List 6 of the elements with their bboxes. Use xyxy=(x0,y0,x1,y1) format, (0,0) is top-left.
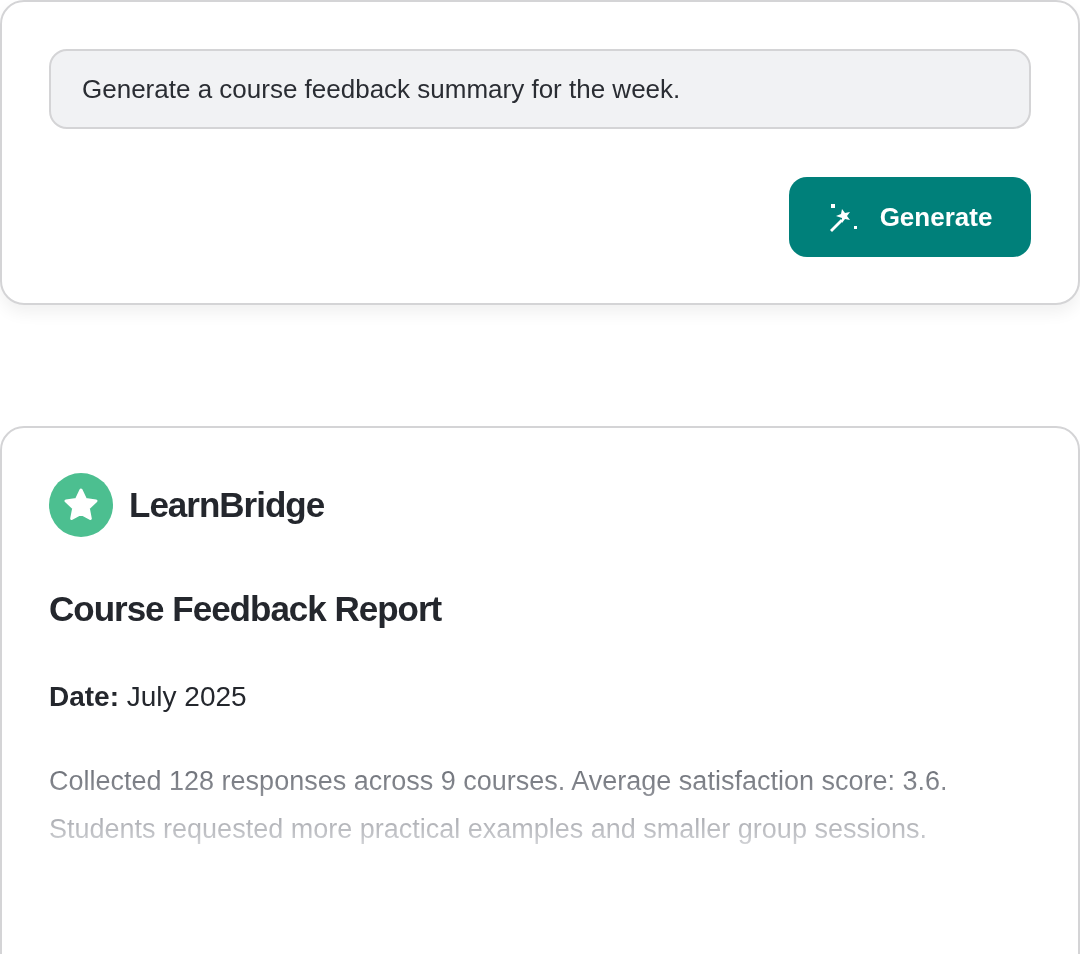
report-date: Date: July 2025 xyxy=(49,680,248,714)
star-logo-icon xyxy=(49,473,113,537)
brand-name: LearnBridge xyxy=(129,483,325,526)
generate-button[interactable]: Generate xyxy=(789,177,1031,257)
report-title: Course Feedback Report xyxy=(49,588,443,630)
prompt-field[interactable]: Generate a course feedback summary for the week. xyxy=(49,49,1031,129)
